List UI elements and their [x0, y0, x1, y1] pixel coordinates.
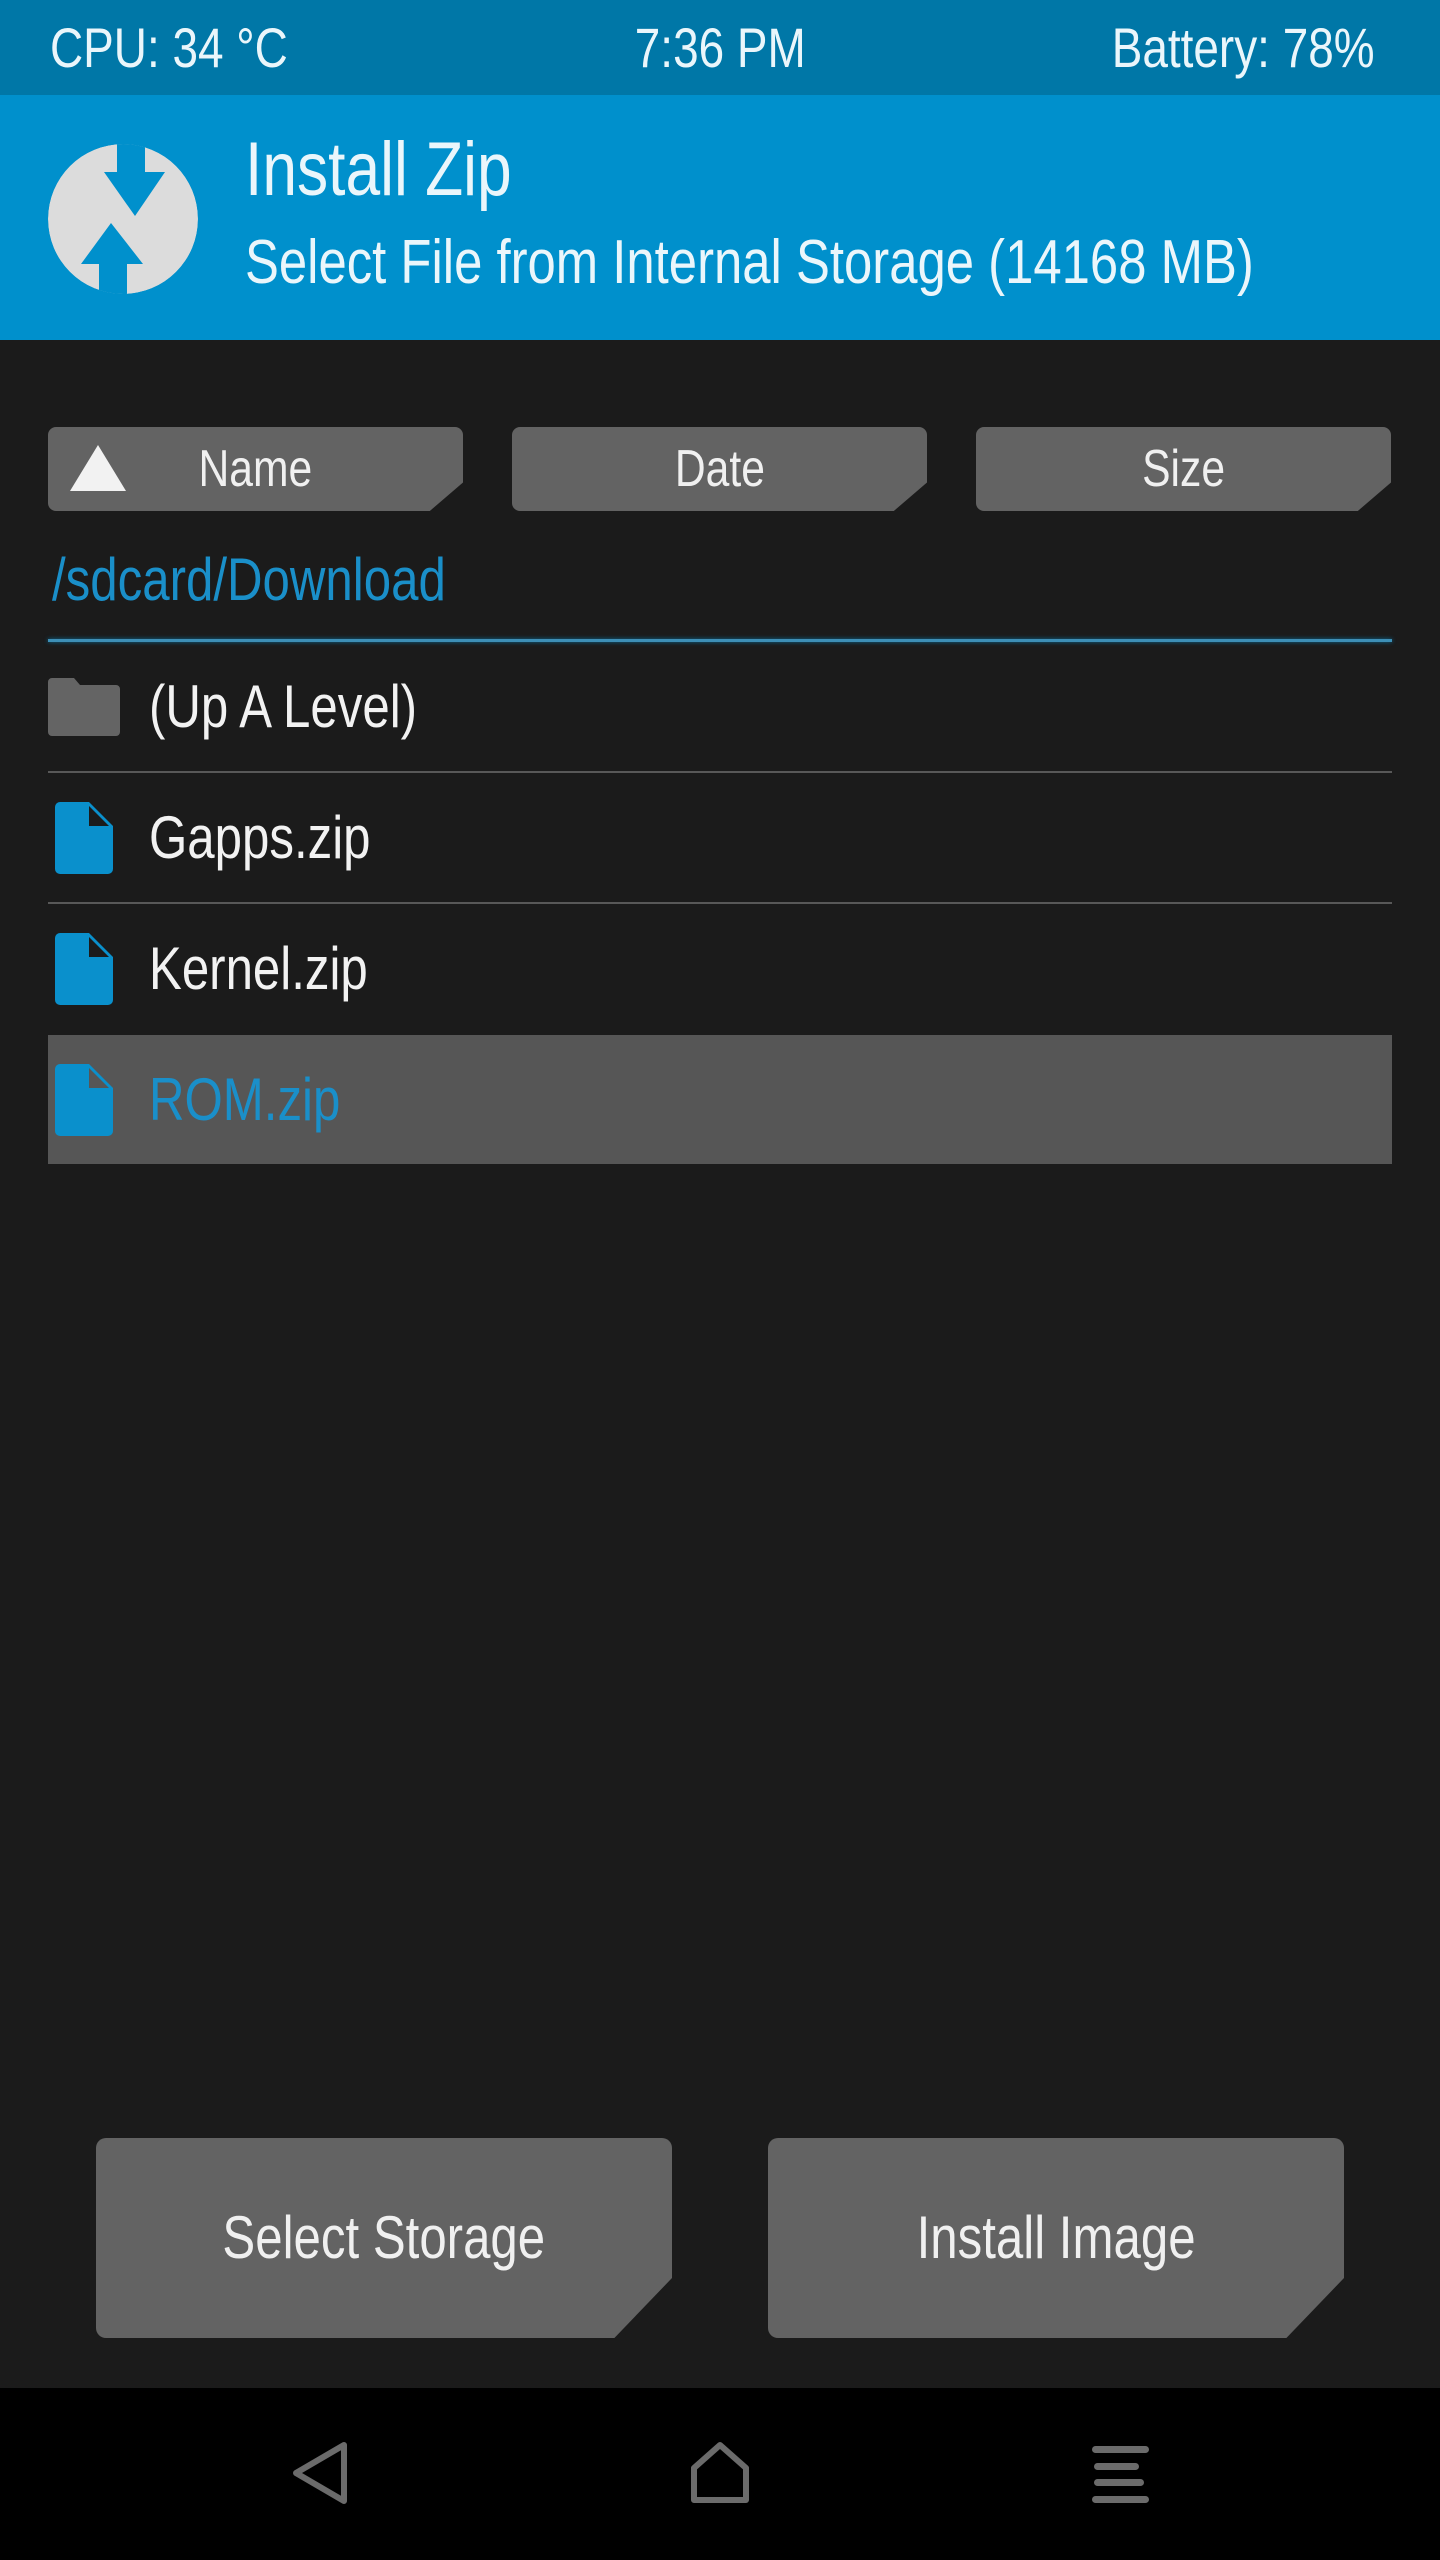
- menu-icon[interactable]: [1088, 2440, 1152, 2506]
- list-item-kernel[interactable]: Kernel.zip: [48, 904, 1392, 1033]
- battery-level: Battery: 78%: [1054, 10, 1375, 85]
- sort-by-size-label: Size: [976, 427, 1391, 511]
- status-bar: CPU: 34 °C 7:36 PM Battery: 78%: [0, 0, 1440, 95]
- page-header: Install Zip Select File from Internal St…: [0, 95, 1440, 340]
- list-item-name-text: Kernel.zip: [149, 935, 368, 1002]
- list-item-name: Kernel.zip: [149, 904, 416, 1033]
- sort-by-size-button[interactable]: Size: [976, 427, 1391, 511]
- folder-icon: [48, 678, 120, 736]
- sort-by-name-button[interactable]: Name: [48, 427, 463, 511]
- list-item-rom-selected[interactable]: ROM.zip: [48, 1035, 1392, 1164]
- sort-by-size-text: Size: [1142, 440, 1225, 498]
- sort-by-name-label: Name: [108, 427, 463, 511]
- page-title-text: Install Zip: [245, 127, 512, 212]
- battery-level-text: Battery: 78%: [1112, 16, 1375, 79]
- select-storage-text: Select Storage: [222, 2204, 546, 2271]
- file-icon: [55, 802, 113, 874]
- list-item-name-text: (Up A Level): [149, 673, 418, 740]
- file-list[interactable]: (Up A Level) Gapps.zip Kernel.zip ROM.zi…: [48, 642, 1392, 1164]
- navigation-bar: [0, 2388, 1440, 2560]
- current-path: /sdcard/Download: [52, 545, 532, 615]
- list-item-name: (Up A Level): [149, 642, 476, 771]
- current-path-text: /sdcard/Download: [52, 546, 446, 613]
- sort-by-date-text: Date: [674, 440, 765, 498]
- list-item-gapps[interactable]: Gapps.zip: [48, 773, 1392, 904]
- install-image-text: Install Image: [916, 2204, 1196, 2271]
- sort-by-date-button[interactable]: Date: [512, 427, 927, 511]
- twrp-logo-icon: [48, 144, 198, 294]
- select-storage-button[interactable]: Select Storage: [96, 2138, 672, 2338]
- back-icon[interactable]: [288, 2440, 352, 2506]
- list-item-name: ROM.zip: [149, 1035, 382, 1164]
- list-item-up-a-level[interactable]: (Up A Level): [48, 642, 1392, 773]
- file-icon: [55, 933, 113, 1005]
- list-item-name-text: ROM.zip: [149, 1066, 341, 1133]
- select-storage-label: Select Storage: [96, 2138, 672, 2338]
- file-icon: [55, 1064, 113, 1136]
- list-item-name: Gapps.zip: [149, 773, 419, 902]
- list-item-name-text: Gapps.zip: [149, 804, 371, 871]
- page-subtitle: Select File from Internal Storage (14168…: [245, 225, 1440, 301]
- sort-by-name-text: Name: [198, 440, 313, 498]
- sort-by-date-label: Date: [512, 427, 927, 511]
- page-subtitle-text: Select File from Internal Storage (14168…: [245, 228, 1254, 297]
- clock-text: 7:36 PM: [634, 16, 806, 79]
- page-title: Install Zip: [245, 125, 570, 215]
- install-image-button[interactable]: Install Image: [768, 2138, 1344, 2338]
- install-image-label: Install Image: [768, 2138, 1344, 2338]
- home-icon[interactable]: [688, 2440, 752, 2506]
